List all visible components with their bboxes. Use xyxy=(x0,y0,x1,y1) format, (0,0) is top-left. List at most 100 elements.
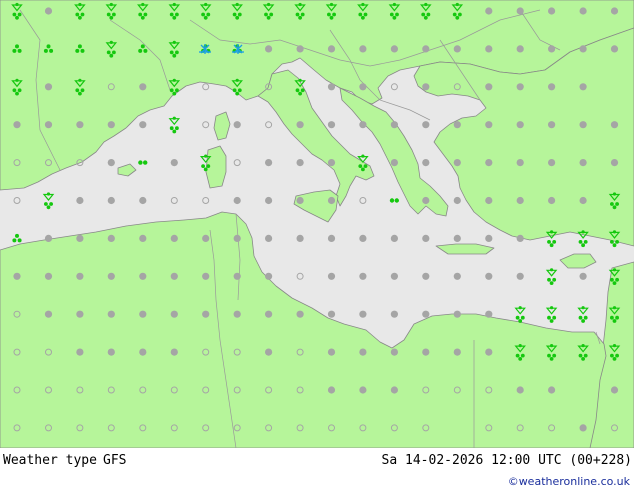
footer: Weather type GFS Sa 14-02-2026 12:00 UTC… xyxy=(0,448,634,490)
weather-symbol-overcast xyxy=(359,348,367,356)
weather-symbol-overcast xyxy=(44,7,53,15)
weather-symbol-overcast xyxy=(390,121,398,129)
weather-symbol-overcast xyxy=(485,45,493,53)
weather-symbol-overcast xyxy=(139,83,147,91)
weather-symbol-overcast xyxy=(390,386,398,394)
weather-symbol-overcast xyxy=(422,121,430,129)
map-canvas xyxy=(0,0,634,470)
weather-symbol-overcast xyxy=(516,7,524,15)
weather-symbol-overcast xyxy=(485,196,493,205)
weather-symbol-overcast xyxy=(296,310,304,318)
weather-symbol-overcast xyxy=(233,310,241,318)
weather-symbol-overcast xyxy=(44,272,53,280)
weather-symbol-overcast xyxy=(265,272,273,280)
weather-symbol-overcast xyxy=(265,196,273,205)
weather-symbol-overcast xyxy=(390,159,398,167)
weather-symbol-overcast xyxy=(359,45,367,53)
weather-symbol-overcast xyxy=(359,386,367,394)
weather-symbol-overcast xyxy=(44,234,53,242)
weather-symbol-overcast xyxy=(610,159,619,167)
weather-symbol-overcast xyxy=(170,348,178,356)
weather-symbol-overcast xyxy=(327,196,336,205)
weather-symbol-overcast xyxy=(233,272,241,280)
weather-symbol-overcast xyxy=(327,272,336,280)
weather-map xyxy=(0,0,634,470)
weather-symbol-overcast xyxy=(327,121,336,129)
weather-symbol-overcast xyxy=(13,272,21,280)
weather-symbol-overcast xyxy=(359,272,367,280)
weather-symbol-overcast xyxy=(233,234,241,242)
weather-symbol-overcast xyxy=(139,272,147,280)
weather-symbol-overcast xyxy=(202,310,210,318)
weather-symbol-overcast xyxy=(516,196,524,205)
weather-symbol-overcast xyxy=(485,159,493,167)
weather-symbol-overcast xyxy=(579,121,587,129)
weather-symbol-overcast xyxy=(265,348,273,356)
weather-symbol-overcast xyxy=(107,348,115,356)
weather-symbol-overcast xyxy=(610,45,619,53)
weather-symbol-overcast xyxy=(453,45,461,53)
weather-symbol-overcast xyxy=(359,310,367,318)
weather-symbol-overcast xyxy=(516,386,524,394)
weather-symbol-overcast xyxy=(485,272,493,280)
map-title: Weather type xyxy=(3,453,97,468)
weather-symbol-overcast xyxy=(44,83,53,91)
weather-symbol-overcast xyxy=(170,234,178,242)
weather-symbol-overcast xyxy=(390,310,398,318)
weather-symbol-overcast xyxy=(44,310,53,318)
weather-symbol-overcast xyxy=(485,310,493,318)
weather-symbol-overcast xyxy=(485,121,493,129)
weather-symbol-overcast xyxy=(327,159,336,167)
weather-symbol-overcast xyxy=(579,45,587,53)
weather-symbol-overcast xyxy=(516,83,524,91)
weather-symbol-overcast xyxy=(422,310,430,318)
weather-symbol-overcast xyxy=(296,45,304,53)
weather-symbol-overcast xyxy=(76,234,84,242)
weather-symbol-overcast xyxy=(390,348,398,356)
weather-symbol-overcast xyxy=(453,234,461,242)
weather-symbol-overcast xyxy=(453,310,461,318)
weather-symbol-overcast xyxy=(296,196,304,205)
weather-symbol-overcast xyxy=(485,83,493,91)
site-credit[interactable]: ©weatheronline.co.uk xyxy=(508,475,630,488)
weather-symbol-overcast xyxy=(485,234,493,242)
valid-time: Sa 14-02-2026 12:00 UTC (00+228) xyxy=(381,453,632,468)
weather-symbol-overcast xyxy=(516,121,524,129)
weather-symbol-overcast xyxy=(548,386,556,394)
weather-symbol-overcast xyxy=(579,196,587,205)
weather-symbol-overcast xyxy=(453,121,461,129)
weather-symbol-overcast xyxy=(76,272,84,280)
weather-symbol-overcast xyxy=(107,196,115,205)
weather-symbol-overcast xyxy=(548,196,556,205)
weather-symbol-overcast xyxy=(359,121,367,129)
weather-symbol-overcast xyxy=(296,121,304,129)
weather-symbol-overcast xyxy=(76,348,84,356)
weather-symbol-overcast xyxy=(265,45,273,53)
weather-symbol-overcast xyxy=(44,121,53,129)
weather-symbol-overcast xyxy=(327,234,336,242)
model-name: GFS xyxy=(103,453,127,468)
weather-symbol-overcast xyxy=(296,234,304,242)
weather-symbol-overcast xyxy=(107,310,115,318)
weather-symbol-overcast xyxy=(548,121,556,129)
weather-symbol-overcast xyxy=(265,234,273,242)
weather-symbol-overcast xyxy=(107,272,115,280)
weather-symbol-overcast xyxy=(548,45,556,53)
weather-symbol-overcast xyxy=(422,83,430,91)
weather-symbol-overcast xyxy=(265,310,273,318)
weather-symbol-overcast xyxy=(610,7,619,15)
weather-symbol-overcast xyxy=(107,234,115,242)
weather-symbol-overcast xyxy=(170,310,178,318)
weather-symbol-overcast xyxy=(516,272,524,280)
weather-symbol-overcast xyxy=(579,7,587,15)
weather-symbol-overcast xyxy=(548,83,556,91)
weather-symbol-overcast xyxy=(485,348,493,356)
weather-symbol-overcast xyxy=(327,45,336,53)
weather-symbol-overcast xyxy=(453,348,461,356)
weather-symbol-overcast xyxy=(296,159,304,167)
weather-symbol-overcast xyxy=(453,196,461,205)
weather-symbol-overcast xyxy=(76,310,84,318)
weather-symbol-overcast xyxy=(202,234,210,242)
weather-symbol-overcast xyxy=(422,272,430,280)
weather-symbol-overcast xyxy=(327,310,336,318)
